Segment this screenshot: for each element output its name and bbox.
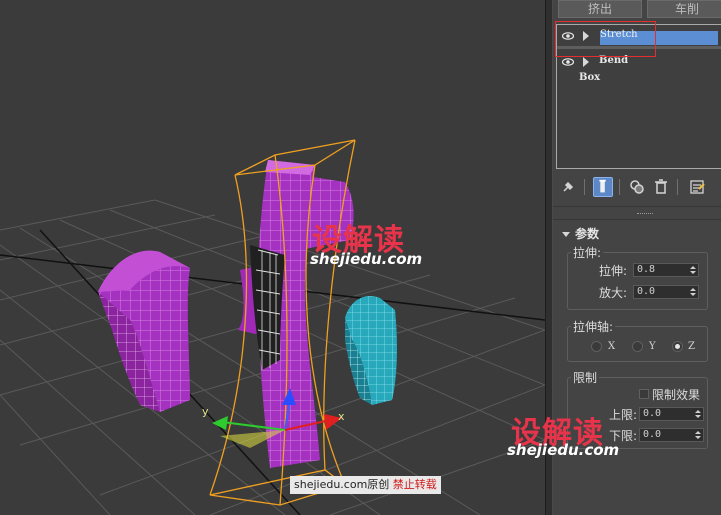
- limit-effect-label: 限制效果: [652, 388, 701, 402]
- stretch-spinner[interactable]: 0.8: [633, 263, 699, 277]
- limits-group-label: 限制: [571, 369, 600, 386]
- x-axis-label: x: [338, 410, 345, 423]
- spinner-arrows-icon[interactable]: [695, 430, 701, 440]
- show-end-result-button[interactable]: [593, 177, 613, 197]
- modifier-label: Box: [579, 72, 601, 83]
- y-axis-label: y: [202, 405, 209, 418]
- parameters-rollout-header[interactable]: 参数: [562, 225, 599, 242]
- panel-separator: [553, 206, 721, 207]
- stack-toolbar: [553, 174, 721, 200]
- stretch-value: 0.8: [637, 264, 656, 275]
- stretch-axis-group-label: 拉伸轴:: [571, 318, 616, 335]
- eye-icon[interactable]: [562, 56, 574, 68]
- viewport-scene: [0, 139, 545, 515]
- pin-stack-icon[interactable]: [558, 177, 578, 197]
- modify-command-panel: 挤出 车削 Stretch Bend Box 参数 拉伸: 拉伸: 0.8 放大…: [507, 0, 721, 515]
- axis-x-radio[interactable]: [591, 341, 602, 352]
- upper-limit-value: 0.0: [643, 408, 662, 419]
- axis-z-label: Z: [688, 341, 695, 352]
- extrude-button[interactable]: 挤出: [558, 0, 642, 18]
- spinner-arrows-icon[interactable]: [690, 287, 696, 297]
- configure-modifier-sets-icon[interactable]: [687, 177, 707, 197]
- limit-effect-checkbox[interactable]: [639, 389, 649, 399]
- stretch-group-label: 拉伸:: [571, 244, 604, 261]
- rollout-grip[interactable]: [637, 213, 653, 216]
- spinner-arrows-icon[interactable]: [690, 265, 696, 275]
- axis-y-radio[interactable]: [632, 341, 643, 352]
- upper-limit-label: 上限:: [609, 408, 638, 422]
- spinner-arrows-icon[interactable]: [695, 409, 701, 419]
- axis-z-radio[interactable]: [672, 341, 683, 352]
- upper-limit-spinner[interactable]: 0.0: [639, 407, 704, 421]
- highlight-annotation-box: [555, 21, 656, 57]
- lower-limit-spinner[interactable]: 0.0: [639, 428, 704, 442]
- bent-box-cyan: [345, 296, 397, 405]
- expand-arrow-icon[interactable]: [583, 57, 589, 67]
- toolbar-separator: [584, 179, 585, 195]
- amplify-spinner[interactable]: 0.0: [633, 285, 699, 299]
- modifier-item-box[interactable]: Box: [557, 71, 721, 87]
- show-end-result-icon: [599, 179, 606, 193]
- axis-y-label: Y: [649, 341, 656, 352]
- toolbar-separator: [677, 179, 678, 195]
- credit-site: shejiedu.com原创: [294, 478, 390, 491]
- watermark-url-2: shejiedu.com: [507, 441, 620, 459]
- rollout-title: 参数: [575, 227, 600, 241]
- amplify-field-label: 放大:: [599, 286, 628, 300]
- remove-modifier-icon[interactable]: [651, 177, 671, 197]
- make-unique-icon[interactable]: [627, 177, 647, 197]
- toolbar-separator: [619, 179, 620, 195]
- axis-x-label: X: [608, 341, 616, 352]
- credit-warning: 禁止转载: [392, 478, 437, 491]
- bent-box-left: [98, 250, 190, 412]
- lower-limit-value: 0.0: [643, 429, 662, 440]
- amplify-value: 0.0: [637, 286, 656, 297]
- credit-banner: shejiedu.com原创 禁止转载: [290, 476, 441, 494]
- watermark-url: shejiedu.com: [310, 250, 423, 268]
- perspective-viewport[interactable]: y x 设解读 shejiedu.com shejiedu.com原创 禁止转载: [0, 0, 545, 515]
- lathe-button[interactable]: 车削: [647, 0, 721, 18]
- stretch-field-label: 拉伸:: [599, 264, 628, 278]
- panel-separator: [553, 219, 721, 220]
- collapse-arrow-icon: [562, 232, 570, 237]
